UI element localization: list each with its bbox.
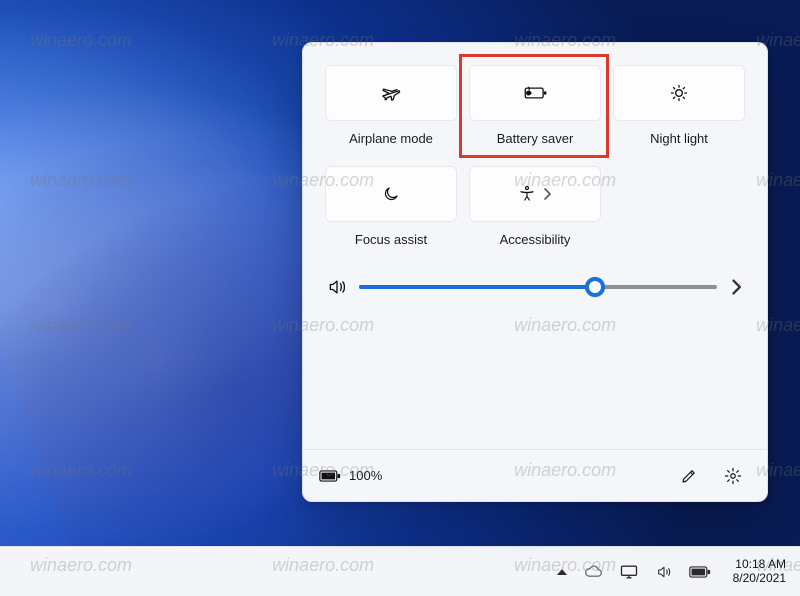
sound-tray-icon[interactable] bbox=[655, 564, 673, 580]
moon-icon bbox=[382, 185, 400, 203]
volume-icon bbox=[655, 564, 673, 580]
system-tray: 10:18 AM 8/20/2021 bbox=[557, 558, 786, 586]
focus-assist-button[interactable] bbox=[325, 166, 457, 222]
tile-label: Airplane mode bbox=[349, 131, 433, 146]
battery-saver-button[interactable] bbox=[469, 65, 601, 121]
cloud-icon bbox=[583, 565, 603, 579]
night-light-icon bbox=[669, 83, 689, 103]
taskbar-clock[interactable]: 10:18 AM 8/20/2021 bbox=[733, 558, 786, 586]
settings-button[interactable] bbox=[715, 458, 751, 494]
tile-label: Accessibility bbox=[500, 232, 571, 247]
chevron-right-icon bbox=[542, 187, 552, 201]
tile-battery-saver: Battery saver bbox=[469, 65, 601, 146]
clock-date: 8/20/2021 bbox=[733, 572, 786, 586]
chevron-right-icon[interactable] bbox=[729, 278, 743, 296]
airplane-mode-button[interactable] bbox=[325, 65, 457, 121]
volume-icon bbox=[327, 277, 347, 297]
tile-label: Battery saver bbox=[497, 131, 574, 146]
volume-row bbox=[325, 273, 745, 301]
accessibility-icon bbox=[518, 185, 536, 203]
tile-accessibility: Accessibility bbox=[469, 166, 601, 247]
gear-icon bbox=[724, 467, 742, 485]
tile-airplane-mode: Airplane mode bbox=[325, 65, 457, 146]
tile-night-light: Night light bbox=[613, 65, 745, 146]
volume-slider[interactable] bbox=[359, 277, 717, 297]
quick-settings-panel: Airplane mode Battery saver bbox=[302, 42, 768, 502]
onedrive-tray-icon[interactable] bbox=[583, 565, 603, 579]
airplane-icon bbox=[381, 83, 401, 103]
night-light-button[interactable] bbox=[613, 65, 745, 121]
edit-quick-settings-button[interactable] bbox=[671, 458, 707, 494]
tile-label: Focus assist bbox=[355, 232, 427, 247]
battery-icon bbox=[689, 566, 711, 578]
accessibility-button[interactable] bbox=[469, 166, 601, 222]
battery-saver-icon bbox=[522, 83, 548, 103]
pencil-icon bbox=[680, 467, 698, 485]
clock-time: 10:18 AM bbox=[733, 558, 786, 572]
network-tray-icon[interactable] bbox=[619, 564, 639, 580]
battery-tray-icon[interactable] bbox=[689, 566, 711, 578]
volume-slider-thumb[interactable] bbox=[585, 277, 605, 297]
computer-icon bbox=[619, 564, 639, 580]
taskbar[interactable]: 10:18 AM 8/20/2021 bbox=[0, 546, 800, 596]
volume-slider-fill bbox=[359, 285, 595, 289]
tile-focus-assist: Focus assist bbox=[325, 166, 457, 247]
quick-settings-footer: 100% bbox=[303, 449, 767, 501]
battery-icon bbox=[319, 469, 341, 483]
chevron-up-icon bbox=[557, 569, 567, 575]
battery-percent-text: 100% bbox=[349, 468, 382, 483]
battery-status[interactable]: 100% bbox=[319, 468, 382, 483]
tile-label: Night light bbox=[650, 131, 708, 146]
tray-overflow-button[interactable] bbox=[557, 569, 567, 575]
